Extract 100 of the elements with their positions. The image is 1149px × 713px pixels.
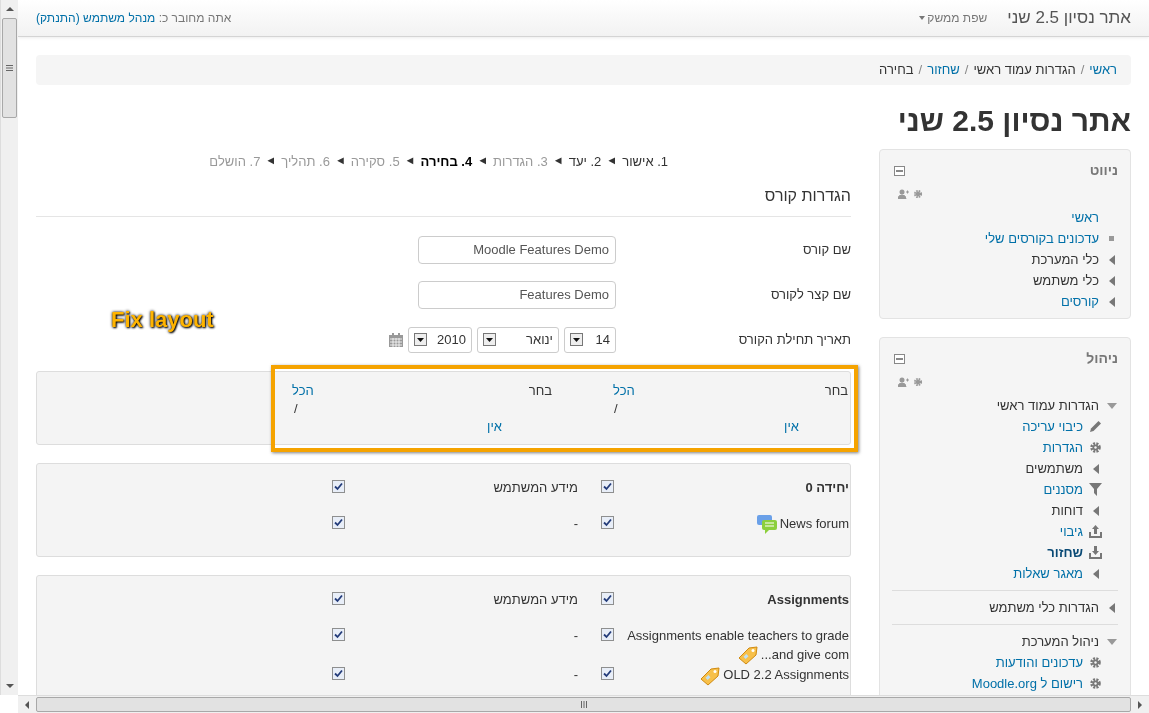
select-field[interactable]: ינואר	[477, 326, 559, 353]
select-all-link[interactable]: הכל	[292, 381, 314, 400]
caret-down-icon[interactable]	[1106, 638, 1117, 645]
checkbox[interactable]	[600, 479, 614, 493]
separator-text: /	[614, 399, 618, 418]
nav-item[interactable]: כלי המערכת	[1031, 249, 1099, 270]
checkbox[interactable]	[331, 515, 345, 529]
text-field[interactable]: Moodle Features Demo	[418, 235, 616, 264]
checkbox[interactable]	[331, 479, 345, 493]
checkbox[interactable]	[600, 667, 614, 681]
caret-left-icon[interactable]	[1092, 568, 1099, 579]
pencil-icon	[1089, 420, 1102, 433]
user-info-label: -	[573, 515, 578, 531]
select-all-link[interactable]: הכל	[613, 381, 635, 400]
nav-item[interactable]: כיבוי עריכה	[1022, 416, 1083, 437]
nav-item[interactable]: הגדרות עמוד ראשי	[996, 395, 1099, 416]
checkbox[interactable]	[600, 591, 614, 605]
activity-name: Assignments enable teachers to grade and give com...	[618, 625, 849, 666]
select-label: בחר	[528, 381, 552, 400]
field-label: שם קורס	[801, 240, 851, 259]
nav-item[interactable]: ראשי	[1071, 207, 1099, 228]
field-label: שם קצר לקורס	[769, 285, 851, 304]
nav-item[interactable]: קורסים	[1060, 291, 1099, 312]
breadcrumb-item: הגדרות עמוד ראשי	[973, 61, 1076, 80]
separator-text: /	[294, 399, 298, 418]
step-arrow-icon: ◄	[334, 152, 346, 172]
gear-icon[interactable]	[913, 189, 923, 199]
nav-item[interactable]: משתמשים	[1025, 458, 1083, 479]
checkbox[interactable]	[600, 627, 614, 641]
step-arrow-icon: ◄	[404, 152, 416, 172]
logout-link[interactable]: (התנתק)	[36, 11, 80, 25]
select-field[interactable]: 14	[564, 326, 616, 353]
text-field[interactable]: Features Demo	[418, 280, 616, 309]
nav-item[interactable]: רישום ל Moodle.org	[971, 673, 1083, 694]
caret-left-icon[interactable]	[1108, 254, 1115, 265]
filter-icon	[1089, 483, 1102, 496]
bullet-icon	[1109, 236, 1114, 241]
checkbox[interactable]	[600, 515, 614, 529]
nav-item[interactable]: עדכונים והודעות	[995, 652, 1083, 673]
scroll-thumb[interactable]	[36, 697, 1131, 712]
forum-icon	[755, 514, 778, 535]
caret-left-icon[interactable]	[1108, 602, 1115, 613]
nav-item[interactable]: שחזור	[1047, 542, 1083, 563]
grip-icon	[580, 701, 587, 708]
section-heading: הגדרות קורס	[764, 186, 851, 204]
add-user-icon[interactable]	[898, 189, 909, 199]
breadcrumb-separator: /	[964, 61, 969, 80]
nav-item[interactable]: עדכונים בקורסים שלי	[984, 228, 1099, 249]
nav-item[interactable]: הגדרות	[1042, 437, 1083, 458]
download-icon	[1089, 546, 1102, 559]
step-label: 7. הושלם	[209, 153, 261, 171]
calendar-icon[interactable]	[389, 332, 403, 347]
select-label: בחר	[824, 381, 848, 400]
step-label: 2. יעד	[568, 153, 602, 171]
horizontal-scrollbar[interactable]	[18, 695, 1149, 713]
step-label: 5. סקירה	[350, 153, 400, 171]
section-title: יחידה 0	[805, 478, 849, 497]
nav-item[interactable]: מסננים	[1043, 479, 1083, 500]
site-name[interactable]: אתר נסיון 2.5 שני	[987, 5, 1131, 31]
select-none-link[interactable]: אין	[487, 417, 502, 436]
breadcrumb-item: בחירה	[879, 61, 914, 80]
breadcrumb-item[interactable]: שחזור	[927, 60, 960, 80]
language-menu[interactable]: שפת ממשק	[919, 9, 988, 27]
step-arrow-icon: ◄	[265, 152, 277, 172]
user-link[interactable]: מנהל משתמש	[83, 11, 156, 25]
vertical-scrollbar[interactable]	[0, 0, 18, 695]
caret-down-icon[interactable]	[1106, 402, 1117, 409]
section-title: Assignments	[767, 590, 849, 609]
step-label: 1. אישור	[622, 153, 668, 171]
scroll-thumb[interactable]	[2, 18, 17, 118]
user-info-label: -	[573, 667, 578, 683]
caret-left-icon[interactable]	[1092, 463, 1099, 474]
select-none-link[interactable]: אין	[784, 417, 799, 436]
grip-icon	[6, 65, 13, 71]
gear-icon	[1089, 656, 1102, 669]
nav-item[interactable]: ניהול המערכת	[1021, 631, 1099, 652]
add-user-icon[interactable]	[898, 377, 909, 387]
nav-item[interactable]: הגדרות כלי משתמש	[989, 597, 1099, 618]
nav-item[interactable]: מאגר שאלות	[1013, 563, 1083, 584]
gear-icon[interactable]	[913, 377, 923, 387]
collapse-icon[interactable]	[894, 165, 905, 176]
nav-item[interactable]: גיבוי	[1059, 521, 1083, 542]
upload-icon	[1089, 525, 1102, 538]
breadcrumb-item[interactable]: ראשי	[1089, 60, 1117, 80]
caret-left-icon[interactable]	[1108, 296, 1115, 307]
activity-name: News forum	[755, 513, 849, 535]
caret-left-icon[interactable]	[1092, 505, 1099, 516]
nav-item[interactable]: דוחות	[1051, 500, 1083, 521]
collapse-icon[interactable]	[894, 353, 905, 364]
field-label: תאריך תחילת הקורס	[737, 330, 851, 349]
step-label: 6. תהליך	[281, 153, 330, 171]
nav-item[interactable]: כלי משתמש	[1033, 270, 1099, 291]
caret-left-icon[interactable]	[1108, 275, 1115, 286]
step-label: 4. בחירה	[420, 153, 473, 171]
checkbox[interactable]	[331, 591, 345, 605]
checkbox[interactable]	[331, 627, 345, 641]
select-field[interactable]: 2010	[408, 326, 472, 353]
step-arrow-icon: ◄	[606, 152, 618, 172]
page-title: אתר נסיון 2.5 שני	[896, 103, 1131, 139]
checkbox[interactable]	[331, 667, 345, 681]
